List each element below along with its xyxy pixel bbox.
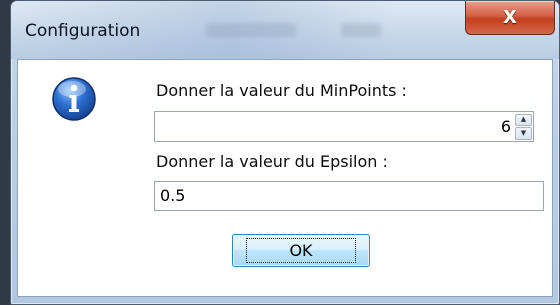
close-button[interactable]: X xyxy=(465,1,555,35)
chevron-up-icon: ▲ xyxy=(520,115,527,124)
ok-button-label: OK xyxy=(246,238,356,263)
minpoints-label: Donner la valeur du MinPoints : xyxy=(156,81,407,100)
window-title: Configuration xyxy=(25,21,141,41)
spin-down-button[interactable]: ▼ xyxy=(515,127,532,140)
chevron-down-icon: ▼ xyxy=(520,128,527,137)
spin-buttons: ▲ ▼ xyxy=(515,113,532,140)
title-bar-blur-2 xyxy=(341,23,381,37)
minpoints-value: 6 xyxy=(500,117,511,136)
close-icon: X xyxy=(503,7,517,28)
spin-up-button[interactable]: ▲ xyxy=(515,113,532,126)
epsilon-label: Donner la valeur du Epsilon : xyxy=(156,152,388,171)
dialog-window: Configuration X Donner la valeur du MinP… xyxy=(10,0,560,305)
title-bar[interactable]: Configuration X xyxy=(11,1,559,59)
information-icon xyxy=(52,77,96,121)
minpoints-spinbox[interactable]: 6 ▲ ▼ xyxy=(154,111,534,142)
title-bar-blur xyxy=(206,23,296,37)
epsilon-input[interactable]: 0.5 xyxy=(154,181,544,211)
ok-button[interactable]: OK xyxy=(232,234,370,267)
dialog-body: Donner la valeur du MinPoints : 6 ▲ ▼ Do… xyxy=(17,59,553,297)
